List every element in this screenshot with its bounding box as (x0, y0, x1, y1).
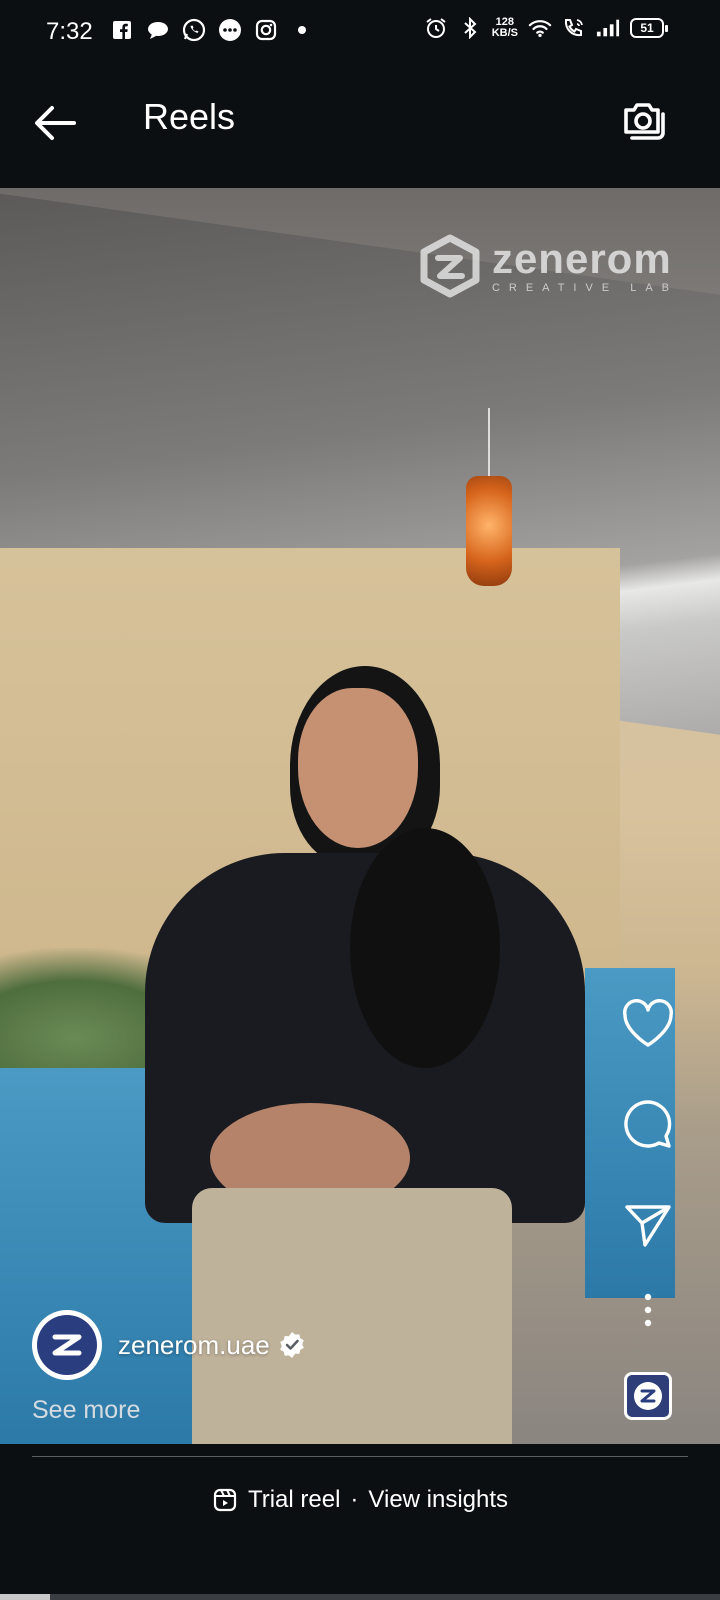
messenger-icon (218, 18, 242, 42)
battery-icon: 51 (630, 18, 668, 38)
bottom-bar: Trial reel · View insights (0, 1444, 720, 1600)
view-insights-link[interactable]: View insights (368, 1486, 508, 1514)
system-status-icons: 128 KB/S 51 (424, 16, 668, 40)
divider (32, 1456, 688, 1457)
status-bar: 7:32 128 KB/S 51 (0, 0, 720, 64)
zenerom-logo-icon (52, 1334, 82, 1356)
wifi-icon (528, 16, 552, 40)
watermark-subtext: CREATIVE LAB (491, 282, 678, 294)
network-speed-unit: KB/S (491, 27, 518, 39)
send-icon (625, 1205, 671, 1247)
separator: · (350, 1486, 359, 1513)
facebook-icon (110, 18, 134, 42)
video-scene-person-hair-fall (350, 828, 500, 1068)
dot-icon (290, 18, 314, 42)
status-time: 7:32 (46, 18, 93, 45)
more-options-button[interactable] (620, 1282, 676, 1338)
verified-badge-icon (279, 1332, 304, 1358)
audio-thumbnail-icon (634, 1382, 662, 1410)
instagram-icon (254, 18, 278, 42)
video-watermark: zenerom CREATIVE LAB (418, 234, 678, 298)
comment-icon (624, 1100, 672, 1148)
trial-reel-insights[interactable]: Trial reel · View insights (0, 1486, 720, 1514)
back-button[interactable] (30, 98, 80, 148)
audio-thumbnail-button[interactable] (624, 1372, 672, 1420)
zenerom-logo-icon (420, 234, 480, 298)
page-title: Reels (143, 96, 236, 137)
heart-icon (623, 999, 673, 1047)
bluetooth-icon (458, 16, 482, 40)
video-scene-lamp (466, 476, 512, 586)
reel-video[interactable]: zenerom CREATIVE LAB (0, 188, 720, 1444)
avatar-inner (37, 1315, 97, 1375)
trial-reel-label: Trial reel (247, 1486, 341, 1513)
signal-icon (596, 16, 620, 40)
comment-button[interactable] (620, 1096, 676, 1152)
share-button[interactable] (620, 1196, 676, 1252)
video-progress-fill (0, 1594, 51, 1600)
alarm-icon (424, 16, 448, 40)
avatar[interactable] (32, 1310, 102, 1380)
reels-icon (213, 1488, 237, 1512)
camera-button[interactable] (618, 94, 668, 144)
arrow-left-icon (35, 106, 76, 140)
whatsapp-icon (182, 18, 206, 42)
notification-icons (110, 18, 314, 42)
network-speed: 128 KB/S (492, 17, 518, 39)
video-progress-bar[interactable] (0, 1594, 720, 1600)
camera-icon (624, 103, 665, 140)
video-scene-lamp-cord (488, 408, 490, 478)
video-scene-person-face (298, 688, 418, 848)
author-username[interactable]: zenerom.uae (118, 1330, 270, 1361)
top-app-bar: Reels (0, 64, 720, 188)
watermark-text: zenerom (491, 235, 672, 282)
wifi-call-icon (562, 16, 586, 40)
reel-author: zenerom.uae (32, 1310, 306, 1380)
like-button[interactable] (620, 996, 676, 1052)
chat-bubble-icon (146, 18, 170, 42)
see-more-link[interactable]: See more (32, 1396, 140, 1425)
more-vertical-icon (644, 1293, 652, 1327)
